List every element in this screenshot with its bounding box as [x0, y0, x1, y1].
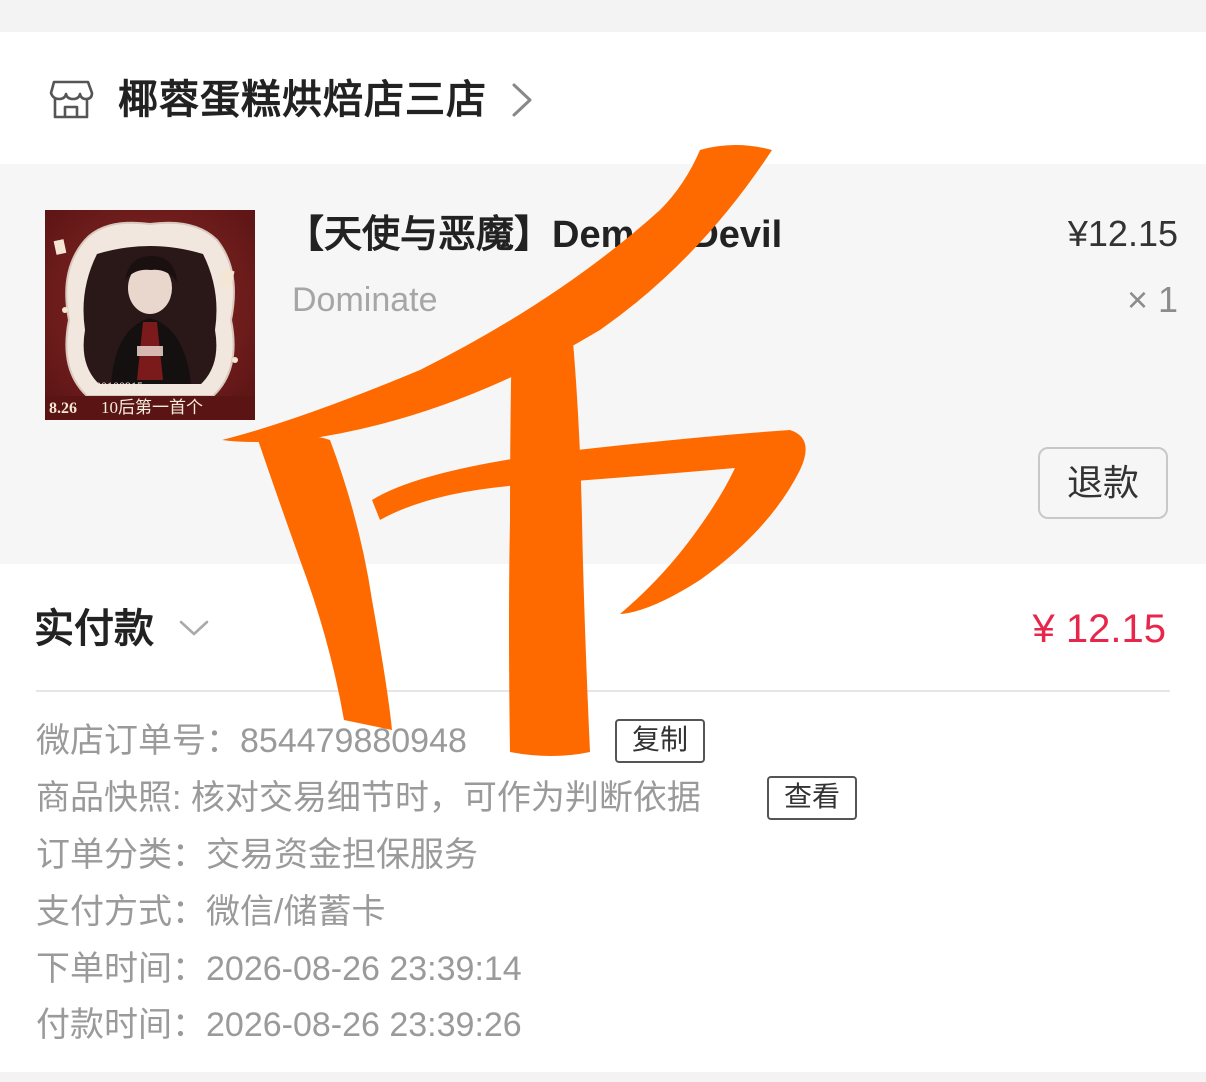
pay-method-label: 支付方式：	[36, 893, 206, 931]
bottom-spacer	[0, 1072, 1206, 1082]
thumbnail-small-text: 20100915	[95, 379, 143, 393]
pay-method-row: 支付方式：微信/储蓄卡	[36, 892, 385, 932]
category-row: 订单分类：交易资金担保服务	[36, 835, 478, 875]
pay-time-label: 付款时间：	[36, 1006, 206, 1044]
product-price: ¥12.15	[1067, 213, 1178, 254]
order-time-row: 下单时间：2026-08-26 23:39:14	[36, 949, 522, 989]
pay-time-value: 2026-08-26 23:39:26	[206, 1006, 522, 1044]
snapshot-row: 商品快照: 核对交易细节时，可作为判断依据	[36, 778, 701, 818]
shop-header[interactable]: 椰蓉蛋糕烘焙店三店	[0, 32, 1206, 164]
paid-amount: ¥ 12.15	[1032, 607, 1166, 651]
paid-label[interactable]: 实付款	[34, 606, 154, 652]
order-number-label: 微店订单号：	[36, 722, 240, 760]
chevron-down-icon[interactable]	[178, 618, 210, 638]
divider	[36, 690, 1170, 692]
order-time-value: 2026-08-26 23:39:14	[206, 950, 522, 988]
copy-button[interactable]: 复制	[615, 719, 705, 763]
shop-name[interactable]: 椰蓉蛋糕烘焙店三店	[118, 76, 487, 124]
category-label: 订单分类：	[36, 836, 206, 874]
chevron-right-icon	[512, 83, 532, 117]
thumbnail-caption: 10后第一首个	[101, 398, 203, 417]
pay-time-row: 付款时间：2026-08-26 23:39:26	[36, 1005, 522, 1045]
view-snapshot-button[interactable]: 查看	[767, 776, 857, 820]
product-thumbnail[interactable]: 20100915 8.26 10后第一首个	[45, 210, 255, 420]
snapshot-value: 核对交易细节时，可作为判断依据	[190, 779, 701, 817]
snapshot-label: 商品快照:	[36, 779, 182, 817]
product-thumbnail-art	[45, 210, 255, 420]
product-title[interactable]: 【天使与恶魔】Demon Devil	[286, 212, 782, 258]
store-icon	[49, 80, 94, 119]
thumbnail-date: 8.26	[49, 400, 77, 417]
order-detail-page: 椰蓉蛋糕烘焙店三店 20100915 8.26 10后第一首个 【天使与恶魔】D…	[0, 0, 1206, 1082]
product-item[interactable]: 20100915 8.26 10后第一首个 【天使与恶魔】Demon Devil…	[0, 164, 1206, 564]
pay-method-value: 微信/储蓄卡	[206, 893, 386, 931]
top-spacer	[0, 0, 1206, 32]
product-quantity: × 1	[1126, 279, 1178, 320]
product-variant: Dominate	[292, 281, 438, 319]
category-value: 交易资金担保服务	[206, 836, 478, 874]
order-number-row: 微店订单号：854479880948	[36, 721, 467, 761]
order-time-label: 下单时间：	[36, 950, 206, 988]
refund-button[interactable]: 退款	[1038, 447, 1168, 519]
order-number-value: 854479880948	[240, 722, 467, 760]
